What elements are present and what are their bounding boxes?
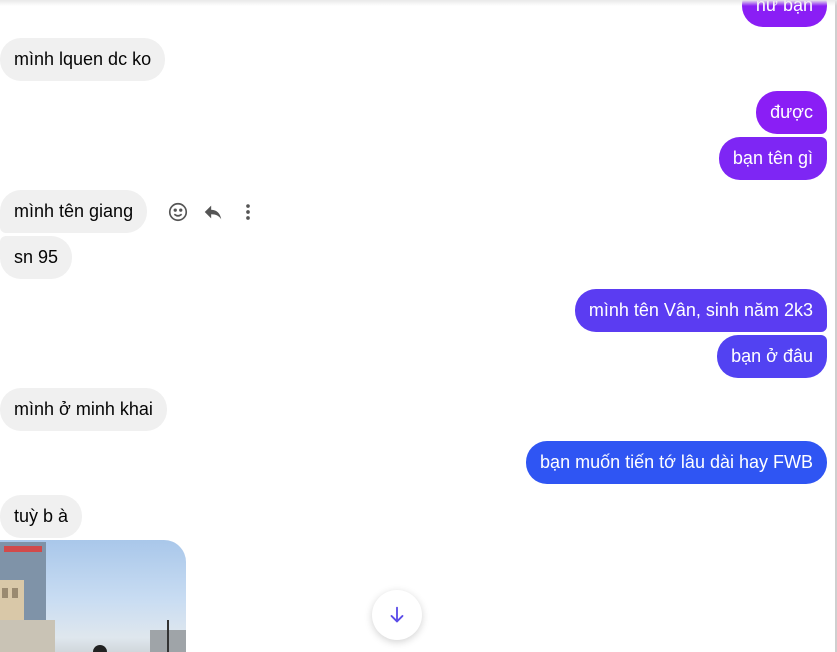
chat-thread[interactable]: nữ bạn mình lquen dc ko được bạn tên gì … [0, 0, 837, 652]
smiley-icon[interactable] [165, 199, 191, 225]
reply-icon[interactable] [200, 199, 226, 225]
arrow-down-icon [386, 604, 408, 626]
incoming-message[interactable]: sn 95 [0, 236, 73, 279]
more-vertical-icon[interactable] [235, 199, 261, 225]
top-shadow [0, 0, 837, 6]
outgoing-message[interactable]: bạn muốn tiến tớ lâu dài hay FWB [526, 441, 827, 484]
outgoing-message[interactable]: mình tên Vân, sinh năm 2k3 [574, 289, 827, 332]
outgoing-message[interactable]: bạn ở đâu [717, 335, 827, 378]
photo-message[interactable] [0, 540, 186, 652]
outgoing-message[interactable]: bạn tên gì [718, 137, 827, 180]
incoming-message[interactable]: mình lquen dc ko [0, 38, 166, 81]
scroll-to-bottom-button[interactable] [372, 590, 422, 640]
incoming-message[interactable]: mình tên giang [0, 190, 148, 233]
incoming-message[interactable]: tuỳ b à [0, 495, 83, 538]
outgoing-message[interactable]: được [756, 91, 827, 134]
incoming-message[interactable]: mình ở minh khai [0, 388, 167, 431]
